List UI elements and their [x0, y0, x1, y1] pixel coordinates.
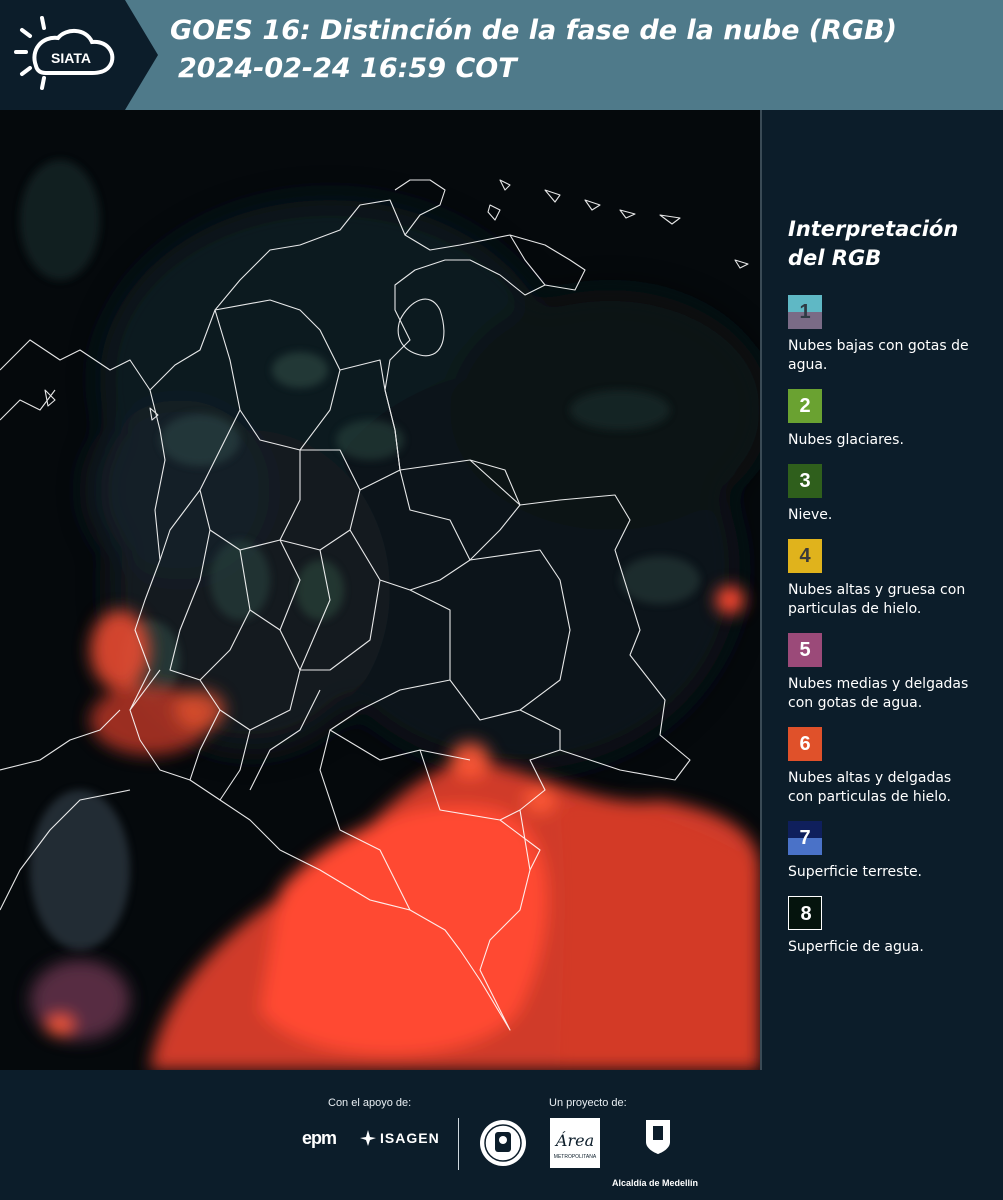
- legend-title: Interpretación del RGB: [788, 215, 993, 273]
- isagen-logo-icon: [360, 1130, 376, 1146]
- area-metropolitana-logo-icon: Área METROPOLITANA: [550, 1118, 600, 1168]
- legend-title-line-1: Interpretación: [788, 217, 959, 241]
- legend-item: 1 Nubes bajas con gotas de agua.: [788, 295, 993, 375]
- title-line-1: GOES 16: Distinción de la fase de la nub…: [170, 15, 897, 46]
- support-label: Con el apoyo de:: [328, 1097, 412, 1109]
- footer-divider: [458, 1118, 459, 1170]
- legend-label: Superficie terreste.: [788, 864, 923, 880]
- legend-item: 3 Nieve.: [788, 464, 993, 525]
- legend-panel: Interpretación del RGB 1 Nubes bajas con …: [788, 215, 993, 971]
- map-divider: [760, 110, 762, 1070]
- legend-swatch: 3: [788, 464, 822, 498]
- legend-number: 7: [799, 826, 811, 849]
- legend-number: 8: [800, 902, 812, 925]
- title: GOES 16: Distinción de la fase de la nub…: [170, 12, 990, 88]
- svg-text:METROPOLITANA: METROPOLITANA: [554, 1154, 597, 1160]
- epm-logo-icon: epm: [302, 1128, 337, 1148]
- legend-label: Nieve.: [788, 507, 833, 523]
- legend-items: 1 Nubes bajas con gotas de agua. 2 Nubes gl…: [788, 295, 993, 957]
- legend-number: 6: [799, 732, 811, 755]
- legend-item: 2 Nubes glaciares.: [788, 389, 993, 450]
- legend-title-line-2: del RGB: [788, 246, 882, 270]
- legend-item: 6 Nubes altas y delgadas con particulas d…: [788, 727, 993, 807]
- legend-swatch: 1: [788, 295, 822, 329]
- legend-swatch: 2: [788, 389, 822, 423]
- svg-text:SIATA: SIATA: [51, 50, 91, 66]
- legend-label: Nubes medias y delgadas con gotas de agu…: [788, 676, 969, 711]
- legend-number: 3: [799, 469, 811, 492]
- legend-swatch: 4: [788, 539, 822, 573]
- legend-number: 4: [799, 544, 811, 567]
- alcaldia-medellin-shield-icon: [646, 1120, 670, 1154]
- project-label: Un proyecto de:: [549, 1097, 627, 1109]
- legend-swatch: 5: [788, 633, 822, 667]
- legend-number: 1: [799, 300, 811, 323]
- legend-item: 5 Nubes medias y delgadas con gotas de ag…: [788, 633, 993, 713]
- legend-label: Nubes bajas con gotas de agua.: [788, 338, 969, 373]
- university-seal-icon: [480, 1120, 526, 1166]
- legend-number: 2: [799, 394, 811, 417]
- legend-label: Nubes glaciares.: [788, 432, 904, 448]
- legend-item: 8 Superficie de agua.: [788, 896, 993, 957]
- footer: Con el apoyo de: Un proyecto de: epm ISA…: [0, 1070, 1003, 1200]
- svg-text:Área: Área: [554, 1130, 594, 1150]
- legend-label: Nubes altas y delgadas con particulas de…: [788, 770, 952, 805]
- legend-number: 5: [799, 638, 811, 661]
- satellite-image: [0, 110, 760, 1070]
- satellite-map: [0, 110, 760, 1070]
- legend-swatch: 6: [788, 727, 822, 761]
- title-line-2: 2024-02-24 16:59 COT: [178, 53, 517, 84]
- header-banner: SIATA GOES 16: Distinción de la fase de …: [0, 0, 1003, 110]
- legend-swatch: 8: [788, 896, 822, 930]
- siata-sun-cloud-icon: SIATA: [14, 16, 115, 90]
- legend-label: Superficie de agua.: [788, 939, 924, 955]
- legend-swatch: 7: [788, 821, 822, 855]
- isagen-logo-text: ISAGEN: [380, 1130, 440, 1146]
- legend-item: 7 Superficie terreste.: [788, 821, 993, 882]
- alcaldia-text: Alcaldía de Medellín: [612, 1178, 699, 1188]
- legend-label: Nubes altas y gruesa con particulas de h…: [788, 582, 966, 617]
- logo-block: SIATA: [0, 0, 158, 110]
- legend-item: 4 Nubes altas y gruesa con particulas de …: [788, 539, 993, 619]
